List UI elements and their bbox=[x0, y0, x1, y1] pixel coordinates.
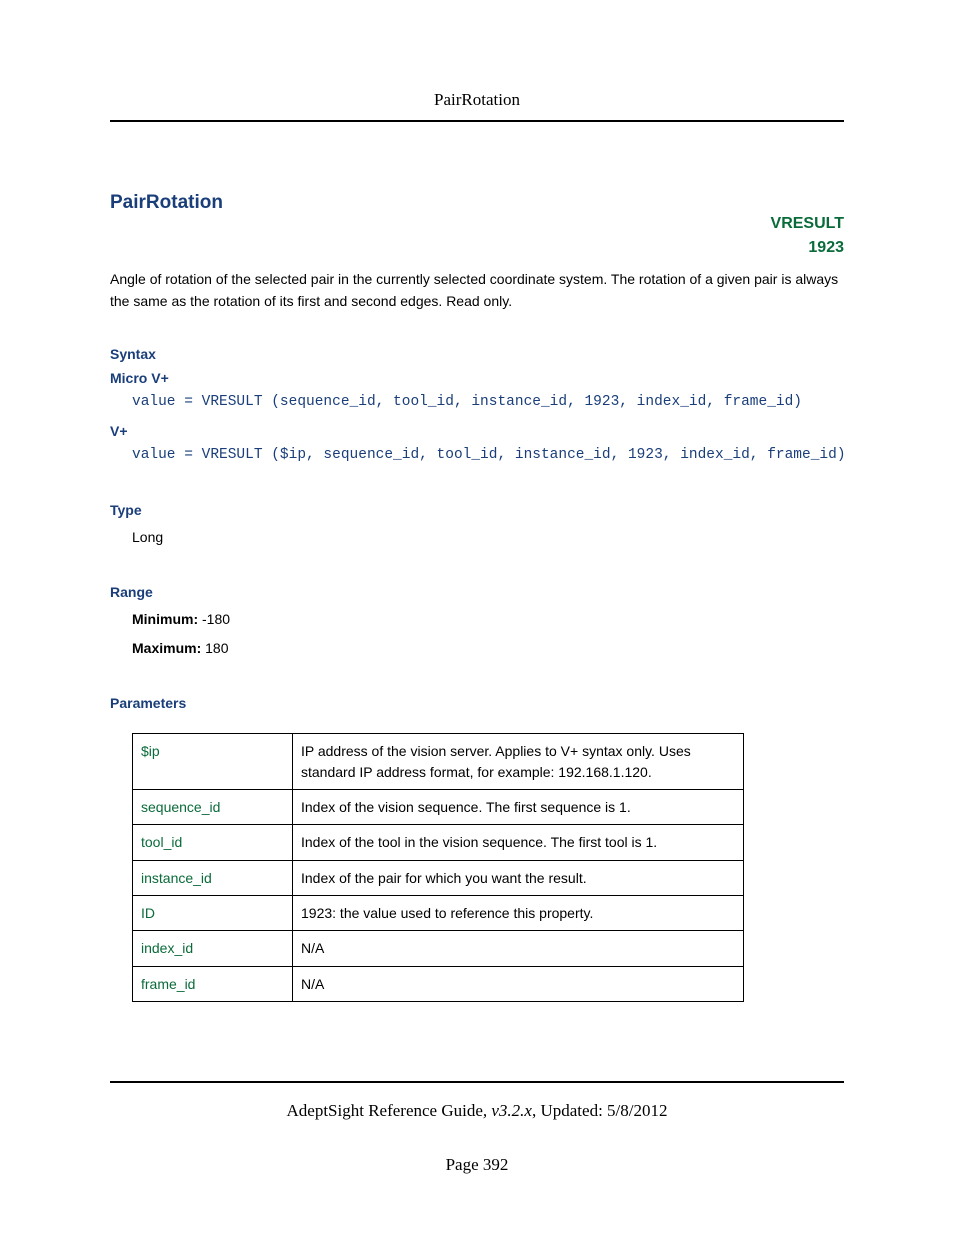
description-text: Angle of rotation of the selected pair i… bbox=[110, 269, 844, 312]
range-max-label: Maximum: bbox=[132, 640, 201, 656]
range-heading: Range bbox=[110, 584, 844, 600]
range-min-value: -180 bbox=[202, 611, 230, 627]
syntax-vplus-label: V+ bbox=[110, 423, 844, 439]
tag-name: VRESULT bbox=[771, 212, 844, 236]
type-value: Long bbox=[132, 524, 844, 551]
syntax-micro-label: Micro V+ bbox=[110, 370, 844, 386]
page-number: Page 392 bbox=[110, 1155, 844, 1175]
page-title: PairRotation bbox=[110, 192, 844, 214]
range-min-label: Minimum: bbox=[132, 611, 198, 627]
param-desc: Index of the tool in the vision sequence… bbox=[293, 825, 744, 860]
syntax-heading: Syntax bbox=[110, 346, 844, 362]
parameters-table: $ip IP address of the vision server. App… bbox=[132, 733, 744, 1001]
param-desc: N/A bbox=[293, 931, 744, 966]
param-name: index_id bbox=[133, 931, 293, 966]
table-row: ID 1923: the value used to reference thi… bbox=[133, 895, 744, 930]
table-row: index_id N/A bbox=[133, 931, 744, 966]
param-desc: IP address of the vision server. Applies… bbox=[293, 734, 744, 790]
param-name: ID bbox=[133, 895, 293, 930]
param-name: $ip bbox=[133, 734, 293, 790]
parameters-heading: Parameters bbox=[110, 695, 844, 711]
table-row: $ip IP address of the vision server. App… bbox=[133, 734, 744, 790]
table-row: frame_id N/A bbox=[133, 966, 744, 1001]
footer-updated: , Updated: 5/8/2012 bbox=[532, 1101, 668, 1120]
param-desc: Index of the pair for which you want the… bbox=[293, 860, 744, 895]
param-name: instance_id bbox=[133, 860, 293, 895]
table-row: sequence_id Index of the vision sequence… bbox=[133, 790, 744, 825]
syntax-micro-code: value = VRESULT (sequence_id, tool_id, i… bbox=[132, 390, 844, 415]
param-desc: N/A bbox=[293, 966, 744, 1001]
tag-block: VRESULT 1923 bbox=[771, 212, 844, 260]
param-name: sequence_id bbox=[133, 790, 293, 825]
title-row: PairRotation VRESULT 1923 bbox=[110, 192, 844, 214]
range-min: Minimum: -180 bbox=[132, 606, 844, 633]
type-heading: Type bbox=[110, 502, 844, 518]
tag-code: 1923 bbox=[771, 236, 844, 260]
table-row: tool_id Index of the tool in the vision … bbox=[133, 825, 744, 860]
running-header: PairRotation bbox=[110, 90, 844, 122]
param-desc: 1923: the value used to reference this p… bbox=[293, 895, 744, 930]
footer-doc-title: AdeptSight Reference Guide bbox=[287, 1101, 483, 1120]
param-desc: Index of the vision sequence. The first … bbox=[293, 790, 744, 825]
table-row: instance_id Index of the pair for which … bbox=[133, 860, 744, 895]
param-name: tool_id bbox=[133, 825, 293, 860]
param-name: frame_id bbox=[133, 966, 293, 1001]
range-max: Maximum: 180 bbox=[132, 635, 844, 662]
range-max-value: 180 bbox=[205, 640, 228, 656]
page-footer: AdeptSight Reference Guide, v3.2.x, Upda… bbox=[110, 1081, 844, 1175]
syntax-vplus-code: value = VRESULT ($ip, sequence_id, tool_… bbox=[132, 443, 844, 468]
footer-version: , v3.2.x bbox=[483, 1101, 532, 1120]
